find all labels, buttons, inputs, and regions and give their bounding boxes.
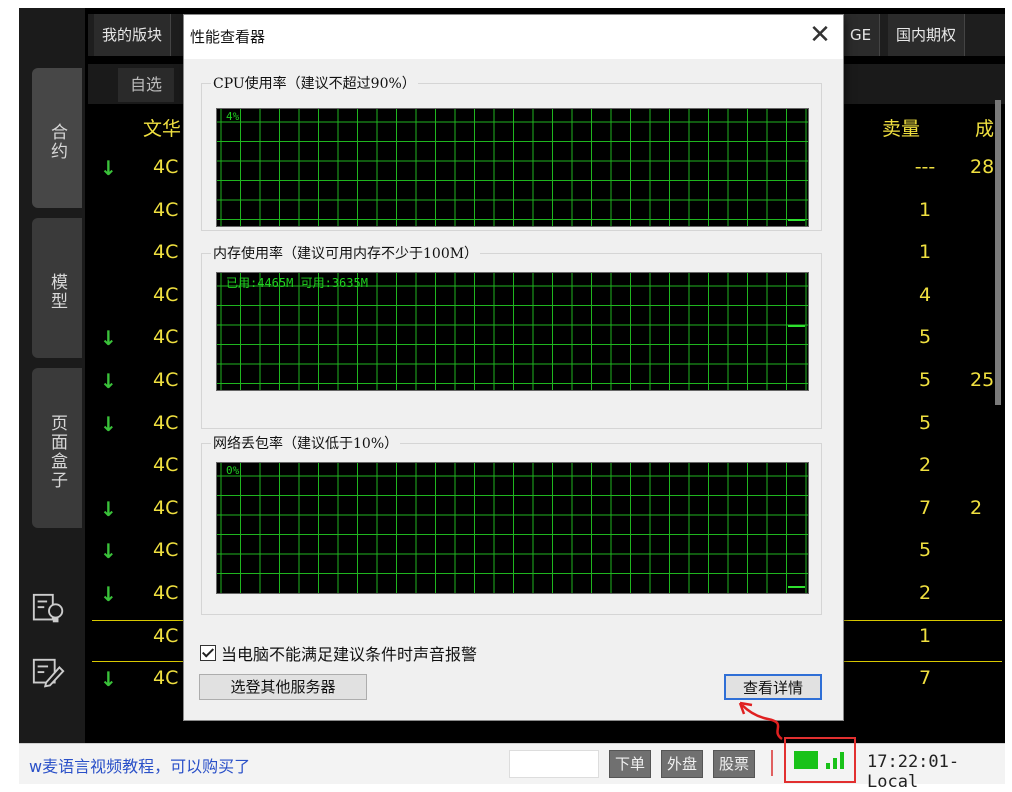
row-trend-arrow[interactable]: ↓ (100, 497, 117, 521)
tab-domestic-options[interactable]: 国内期权 (888, 14, 966, 56)
cpu-grid (217, 109, 808, 226)
row-contract-code[interactable]: 4C (153, 454, 178, 476)
edit-doc-icon[interactable] (30, 656, 68, 692)
row-sell-volume[interactable]: 7 (900, 667, 950, 689)
network-grid (217, 463, 808, 593)
tab-label: 国内期权 (896, 26, 957, 44)
alarm-checkbox-label: 当电脑不能满足建议条件时声音报警 (221, 645, 478, 664)
checkbox-box[interactable] (200, 645, 216, 661)
row-contract-code[interactable]: 4C (153, 667, 178, 689)
row-contract-code[interactable]: 4C (153, 497, 178, 519)
row-contract-code[interactable]: 4C (153, 156, 178, 178)
tab-label: 我的版块 (102, 26, 163, 44)
row-sell-volume[interactable]: 5 (900, 369, 950, 391)
column-header-name[interactable]: 文华 (143, 114, 181, 141)
side-tab-label: 模型 (47, 273, 67, 311)
column-header-sell-volume[interactable]: 卖量 (882, 114, 920, 141)
row-sell-volume[interactable]: 2 (900, 454, 950, 476)
memory-label: 内存使用率（建议可用内存不少于100M） (211, 243, 481, 263)
row-sell-volume[interactable]: 1 (900, 241, 950, 263)
network-group: 网络丢包率（建议低于10%） 0% (201, 433, 822, 615)
cpu-label: CPU使用率（建议不超过90%） (211, 73, 418, 93)
row-contract-code[interactable]: 4C (153, 539, 178, 561)
row-sell-volume[interactable]: 5 (900, 412, 950, 434)
side-tab-model[interactable]: 模型 (32, 218, 82, 358)
dialog-title-bar[interactable]: 性能查看器 ✕ (184, 15, 843, 59)
row-deal-value[interactable]: 25 (970, 369, 994, 391)
row-sell-volume[interactable]: 4 (900, 284, 950, 306)
row-sell-volume[interactable]: 2 (900, 582, 950, 604)
cpu-graph: 4% (216, 108, 809, 227)
separator (771, 750, 773, 776)
column-header-deal[interactable]: 成 (975, 114, 994, 141)
row-trend-arrow[interactable]: ↓ (100, 326, 117, 350)
row-trend-arrow[interactable]: ↓ (100, 369, 117, 393)
side-tab-label: 合约 (47, 123, 67, 161)
annotation-arrow (738, 701, 783, 741)
row-contract-code[interactable]: 4C (153, 412, 178, 434)
network-value: 0% (226, 464, 240, 477)
row-contract-code[interactable]: 4C (153, 582, 178, 604)
row-trend-arrow[interactable]: ↓ (100, 582, 117, 606)
row-sell-volume[interactable]: 7 (900, 497, 950, 519)
cpu-value: 4% (226, 110, 240, 123)
row-deal-value[interactable]: 2 (970, 497, 982, 519)
news-ticker[interactable]: w麦语言视频教程，可以购买了 (29, 753, 250, 777)
row-deal-value[interactable]: 28 (970, 156, 994, 178)
order-button[interactable]: 下单 (609, 750, 652, 778)
quick-input[interactable] (509, 750, 599, 778)
dialog-title: 性能查看器 (190, 28, 266, 46)
clock: 17:22:01-Local (867, 752, 960, 792)
row-trend-arrow[interactable]: ↓ (100, 539, 117, 563)
lightbulb-doc-icon[interactable] (30, 592, 68, 628)
foreign-market-button[interactable]: 外盘 (661, 750, 704, 778)
row-contract-code[interactable]: 4C (153, 199, 178, 221)
side-tab-label: 页面盒子 (47, 414, 67, 490)
status-bar: w麦语言视频教程，可以购买了 下单 外盘 股票 17:22:01-Local (19, 737, 1005, 792)
close-icon[interactable]: ✕ (807, 21, 833, 49)
row-sell-volume[interactable]: 1 (900, 199, 950, 221)
select-other-server-button[interactable]: 选登其他服务器 (199, 674, 367, 700)
vertical-scrollbar[interactable] (995, 100, 1001, 405)
row-contract-code[interactable]: 4C (153, 369, 178, 391)
tab-my-sector[interactable]: 我的版块 (94, 14, 172, 56)
alarm-checkbox[interactable]: 当电脑不能满足建议条件时声音报警 (200, 641, 477, 665)
memory-group: 内存使用率（建议可用内存不少于100M） 已用:4465M 可用:3635M (201, 243, 822, 429)
network-graph: 0% (216, 462, 809, 594)
memory-value: 已用:4465M 可用:3635M (226, 276, 368, 290)
stocks-button[interactable]: 股票 (713, 750, 756, 778)
side-tab-page-box[interactable]: 页面盒子 (32, 368, 82, 528)
row-sell-volume[interactable]: --- (900, 156, 950, 178)
row-trend-arrow[interactable]: ↓ (100, 156, 117, 180)
row-trend-arrow[interactable]: ↓ (100, 412, 117, 436)
row-contract-code[interactable]: 4C (153, 241, 178, 263)
tab-watchlist[interactable]: 自选 (118, 68, 175, 102)
memory-graph: 已用:4465M 可用:3635M (216, 272, 809, 391)
row-trend-arrow[interactable]: ↓ (100, 667, 117, 691)
cpu-group: CPU使用率（建议不超过90%） 4% (201, 73, 822, 231)
row-sell-volume[interactable]: 5 (900, 539, 950, 561)
row-contract-code[interactable]: 4C (153, 284, 178, 306)
network-label: 网络丢包率（建议低于10%） (211, 433, 401, 453)
row-contract-code[interactable]: 4C (153, 326, 178, 348)
tab-label: GE (850, 26, 872, 44)
tab-label: 自选 (130, 75, 163, 94)
side-tab-contract[interactable]: 合约 (32, 68, 82, 208)
performance-viewer-dialog: 性能查看器 ✕ CPU使用率（建议不超过90%） 4% 内存使用率（建议可用内存… (183, 14, 844, 721)
tab-ge[interactable]: GE (842, 14, 881, 56)
signal-strength-icon[interactable] (792, 747, 852, 773)
row-sell-volume[interactable]: 5 (900, 326, 950, 348)
